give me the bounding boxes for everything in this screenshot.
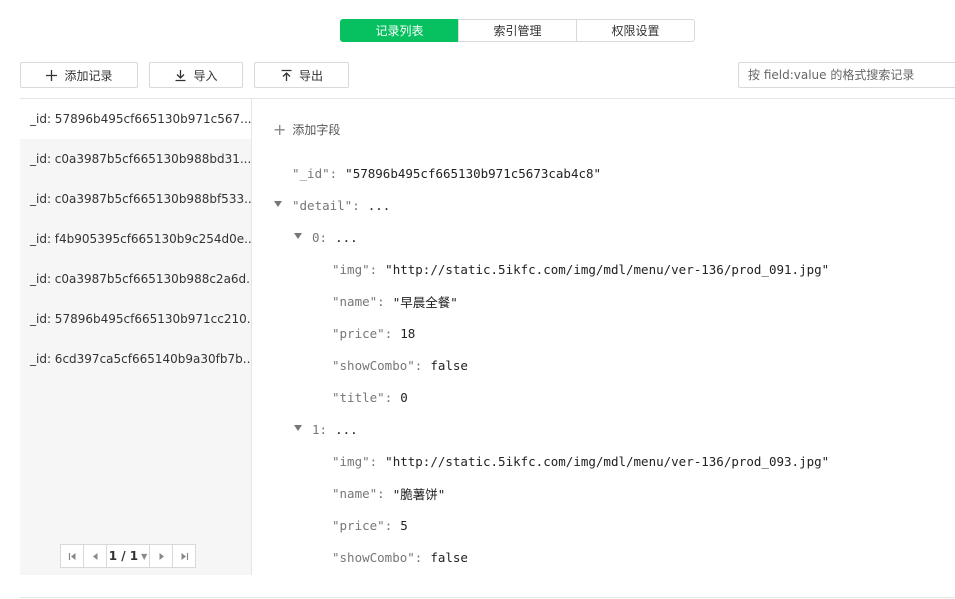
- field-row-price[interactable]: "price": 18: [332, 324, 415, 342]
- prev-page-button[interactable]: [83, 544, 107, 568]
- bottom-divider: [20, 597, 955, 598]
- export-label: 导出: [298, 68, 323, 83]
- add-field-label: 添加字段: [292, 123, 341, 137]
- field-value: ...: [335, 421, 358, 437]
- field-value[interactable]: 0: [400, 390, 408, 405]
- field-row-price[interactable]: "price": 5: [332, 516, 408, 534]
- field-row-id[interactable]: "_id": "57896b495cf665130b971c5673cab4c8…: [292, 164, 601, 182]
- upload-icon: [281, 69, 292, 81]
- field-value[interactable]: false: [430, 550, 468, 565]
- plus-icon: +: [273, 119, 287, 139]
- page-select[interactable]: 1 / 1 ▼: [106, 544, 150, 568]
- field-value: ...: [335, 229, 358, 245]
- field-value[interactable]: "57896b495cf665130b971c5673cab4c8": [345, 166, 601, 181]
- record-item[interactable]: _id: c0a3987b5cf665130b988c2a6d...: [20, 259, 251, 299]
- field-key: "_id": [292, 165, 330, 181]
- array-item-1[interactable]: 1: ...: [312, 420, 358, 438]
- add-record-button[interactable]: 添加记录: [20, 62, 138, 88]
- field-key: "price": [332, 517, 385, 533]
- record-item[interactable]: _id: 57896b495cf665130b971c567...: [20, 99, 251, 139]
- import-label: 导入: [193, 68, 218, 83]
- field-value[interactable]: "http://static.5ikfc.com/img/mdl/menu/ve…: [385, 454, 829, 469]
- field-row-name[interactable]: "name": "早晨全餐": [332, 292, 458, 310]
- record-item[interactable]: _id: f4b905395cf665130b9c254d0e...: [20, 219, 251, 259]
- field-value[interactable]: false: [430, 358, 468, 373]
- add-field-button[interactable]: + 添加字段: [273, 121, 340, 138]
- field-row-title[interactable]: "title": 0: [332, 388, 408, 406]
- record-item[interactable]: _id: c0a3987b5cf665130b988bf533...: [20, 179, 251, 219]
- field-key: "showCombo": [332, 549, 415, 565]
- caret-left-icon: [92, 552, 97, 560]
- panel-divider: [251, 98, 252, 575]
- export-button[interactable]: 导出: [254, 62, 349, 88]
- field-value[interactable]: 18: [400, 326, 415, 341]
- field-key: "name": [332, 293, 378, 309]
- first-page-button[interactable]: [60, 544, 84, 568]
- field-key: "showCombo": [332, 357, 415, 373]
- tab-permission-settings[interactable]: 权限设置: [576, 19, 695, 42]
- field-key: 1: [312, 421, 320, 437]
- last-page-button[interactable]: [172, 544, 196, 568]
- detail-top-divider: [251, 98, 955, 99]
- field-value[interactable]: 5: [400, 518, 408, 533]
- field-key: "detail": [292, 197, 353, 213]
- field-row-img[interactable]: "img": "http://static.5ikfc.com/img/mdl/…: [332, 260, 829, 278]
- tab-index-management[interactable]: 索引管理: [458, 19, 577, 42]
- plus-icon: [46, 69, 58, 81]
- field-value[interactable]: "http://static.5ikfc.com/img/mdl/menu/ve…: [385, 262, 829, 277]
- record-item[interactable]: _id: c0a3987b5cf665130b988bd31...: [20, 139, 251, 179]
- collapse-triangle-icon[interactable]: [274, 201, 282, 207]
- field-key: 0: [312, 229, 320, 245]
- pagination: 1 / 1 ▼: [60, 544, 196, 568]
- chevron-down-icon: ▼: [141, 551, 148, 561]
- record-item[interactable]: _id: 6cd397ca5cf665140b9a30fb7b...: [20, 339, 251, 379]
- database-console: 记录列表 索引管理 权限设置 添加记录 导入 导出 _id: 57896b495…: [0, 0, 955, 599]
- last-page-icon: [181, 552, 188, 560]
- field-row-name[interactable]: "name": "脆薯饼": [332, 484, 445, 502]
- record-item[interactable]: _id: 57896b495cf665130b971cc210...: [20, 299, 251, 339]
- next-page-button[interactable]: [149, 544, 173, 568]
- field-value[interactable]: "脆薯饼": [393, 484, 446, 503]
- collapse-triangle-icon[interactable]: [294, 233, 302, 239]
- field-row-showcombo[interactable]: "showCombo": false: [332, 548, 468, 566]
- collapse-triangle-icon[interactable]: [294, 425, 302, 431]
- field-row-img[interactable]: "img": "http://static.5ikfc.com/img/mdl/…: [332, 452, 829, 470]
- field-value[interactable]: "早晨全餐": [393, 292, 458, 311]
- field-key: "price": [332, 325, 385, 341]
- view-tabs: 记录列表 索引管理 权限设置: [340, 19, 695, 42]
- add-record-label: 添加记录: [64, 68, 113, 83]
- record-list-sidebar: _id: 57896b495cf665130b971c567... _id: c…: [20, 98, 251, 575]
- field-row-showcombo[interactable]: "showCombo": false: [332, 356, 468, 374]
- field-key: "img": [332, 453, 370, 469]
- tab-record-list[interactable]: 记录列表: [340, 19, 459, 42]
- field-value: ...: [367, 197, 391, 213]
- field-key: "img": [332, 261, 370, 277]
- page-indicator: 1 / 1: [108, 549, 139, 563]
- field-key: "title": [332, 389, 385, 405]
- first-page-icon: [68, 552, 75, 560]
- caret-right-icon: [159, 552, 164, 560]
- array-item-0[interactable]: 0: ...: [312, 228, 358, 246]
- download-icon: [175, 69, 186, 81]
- search-input[interactable]: [738, 62, 955, 88]
- import-button[interactable]: 导入: [149, 62, 243, 88]
- field-row-detail[interactable]: "detail": ...: [292, 196, 390, 214]
- field-key: "name": [332, 485, 378, 501]
